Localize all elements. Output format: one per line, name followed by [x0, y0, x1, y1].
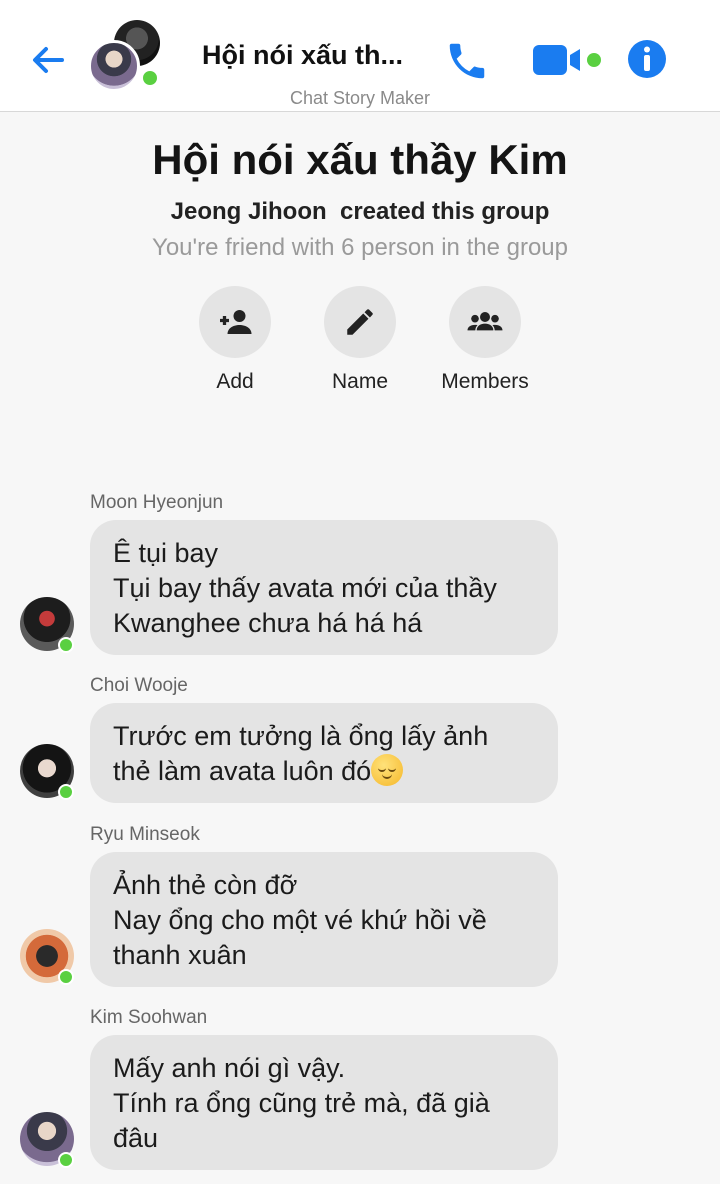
friends-count-text: You're friend with 6 person in the group: [152, 234, 568, 261]
message-line: Tụi bay thấy avata mới của thầy: [113, 573, 497, 603]
message-line: thanh xuân: [113, 940, 247, 970]
message-line: Tính ra ổng cũng trẻ mà, đã già: [113, 1088, 490, 1118]
add-person-icon: [199, 286, 271, 358]
online-indicator: [58, 969, 74, 985]
message-line: Ê tụi bay: [113, 538, 219, 568]
online-indicator: [140, 68, 160, 88]
back-arrow-icon[interactable]: [28, 40, 68, 80]
add-member-button[interactable]: Add: [175, 286, 295, 394]
group-avatar[interactable]: [88, 20, 168, 94]
rename-group-button[interactable]: Name: [300, 286, 420, 394]
chat-title[interactable]: Hội nói xấu th...: [202, 40, 422, 71]
message-line: Kwanghee chưa há há há: [113, 608, 423, 638]
created-group-text: Jeong Jihoon created this group: [0, 198, 720, 226]
sender-name: Kim Soohwan: [90, 1007, 208, 1028]
add-label: Add: [216, 370, 254, 393]
pencil-icon: [324, 286, 396, 358]
message-line: Ảnh thẻ còn đỡ: [113, 870, 298, 900]
message-line: đâu: [113, 1123, 159, 1153]
online-indicator: [58, 637, 74, 653]
group-name: Hội nói xấu thầy Kim: [152, 136, 568, 183]
name-label: Name: [331, 370, 389, 393]
sender-name: Choi Wooje: [90, 675, 188, 696]
group-icon: [449, 286, 521, 358]
sender-name: Ryu Minseok: [90, 824, 200, 845]
info-icon[interactable]: [626, 38, 668, 80]
relieved-face-icon: [371, 754, 404, 786]
message-bubble[interactable]: Mấy anh nói gì vậy. Tính ra ổng cũng trẻ…: [90, 1035, 558, 1170]
message-line: Mấy anh nói gì vậy.: [113, 1053, 346, 1083]
chat-header: Hội nói xấu th... Chat Story Maker: [0, 0, 720, 112]
video-call-icon[interactable]: [530, 40, 606, 80]
message-line: thẻ làm avata luôn đó: [113, 754, 536, 789]
creator-name[interactable]: Jeong Jihoon: [171, 198, 327, 225]
members-label: Members: [441, 370, 529, 393]
online-indicator: [58, 784, 74, 800]
online-indicator: [58, 1152, 74, 1168]
message-line: Trước em tưởng là ổng lấy ảnh: [113, 721, 489, 751]
message-line: Nay ổng cho một vé khứ hồi về: [113, 905, 487, 935]
message-bubble[interactable]: Ê tụi bay Tụi bay thấy avata mới của thầ…: [90, 520, 558, 655]
message-bubble[interactable]: Ảnh thẻ còn đỡ Nay ổng cho một vé khứ hồ…: [90, 852, 558, 987]
created-label: created this group: [339, 198, 550, 225]
members-button[interactable]: Members: [425, 286, 545, 394]
phone-call-icon[interactable]: [444, 38, 490, 84]
sender-name: Moon Hyeonjun: [90, 492, 224, 513]
message-bubble[interactable]: Trước em tưởng là ổng lấy ảnh thẻ làm av…: [90, 703, 558, 803]
member-avatar: [88, 40, 140, 92]
watermark-text: Chat Story Maker: [289, 88, 431, 108]
